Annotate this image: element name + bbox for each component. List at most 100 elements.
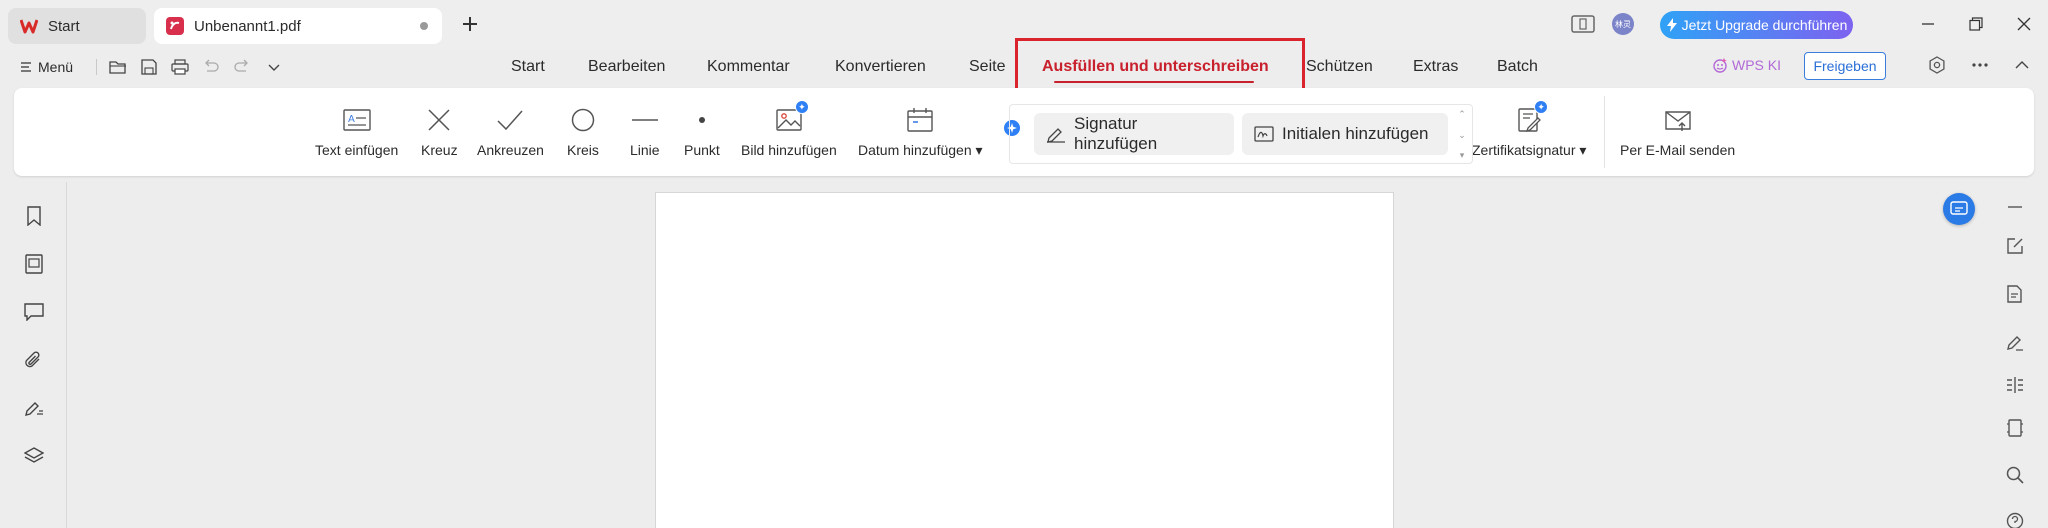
add-signature-label: Signatur hinzufügen	[1074, 114, 1158, 153]
signature-panel-icon[interactable]	[23, 397, 45, 419]
layers-icon[interactable]	[23, 445, 45, 467]
reading-mode-icon[interactable]	[1570, 13, 1596, 35]
dot-label: Punkt	[684, 142, 720, 158]
send-email-tool[interactable]: Per E-Mail senden	[1620, 104, 1735, 158]
svg-text:A: A	[348, 114, 355, 125]
cross-icon	[426, 104, 452, 136]
tab-start[interactable]: Start	[8, 8, 146, 44]
upgrade-label: Jetzt Upgrade durchführen	[1681, 17, 1848, 33]
tab-document[interactable]: Unbenannt1.pdf	[154, 8, 442, 44]
circle-icon	[570, 104, 596, 136]
gallery-scroll[interactable]: ⌃ ⌄ ▾	[1456, 109, 1468, 161]
add-date-label: Datum hinzufügen ▾	[858, 142, 983, 158]
scroll-down-icon[interactable]: ⌄	[1458, 130, 1466, 141]
tab-batch[interactable]: Batch	[1497, 58, 1538, 76]
add-image-label: Bild hinzufügen	[741, 142, 837, 158]
cross-label: Kreuz	[421, 142, 458, 158]
compare-columns-icon[interactable]	[2004, 374, 2026, 396]
pdf-icon	[166, 17, 184, 35]
chevron-down-icon[interactable]	[264, 57, 284, 77]
certificate-signature-tool[interactable]: ✦ Zertifikatsignatur ▾	[1472, 100, 1587, 159]
ribbon-divider	[1604, 96, 1605, 168]
add-initials-button[interactable]: Initialen hinzufügen	[1242, 113, 1448, 155]
wps-ki-button[interactable]: WPS KI	[1712, 57, 1781, 73]
ai-badge-icon: ✦	[794, 100, 809, 114]
add-signature-button[interactable]: Signatur hinzufügen	[1034, 113, 1234, 155]
search-icon[interactable]	[2004, 464, 2026, 486]
checkmark-tool[interactable]: Ankreuzen	[477, 104, 544, 158]
line-icon	[631, 104, 659, 136]
dot-tool[interactable]: Punkt	[684, 104, 720, 158]
page-frame-icon[interactable]	[2004, 417, 2026, 439]
tab-kommentar[interactable]: Kommentar	[707, 58, 790, 76]
tab-extras[interactable]: Extras	[1413, 58, 1458, 76]
circle-tool[interactable]: Kreis	[567, 104, 599, 158]
email-icon	[1664, 104, 1692, 136]
tab-document-label: Unbenannt1.pdf	[194, 17, 301, 35]
certificate-label: Zertifikatsignatur ▾	[1472, 142, 1587, 158]
thumbnails-icon[interactable]	[23, 253, 45, 275]
tab-seite[interactable]: Seite	[969, 58, 1005, 76]
tab-start-menu[interactable]: Start	[511, 58, 545, 76]
tab-bearbeiten[interactable]: Bearbeiten	[588, 58, 665, 76]
settings-icon[interactable]	[1925, 53, 1949, 77]
sign-pen-icon[interactable]	[2004, 331, 2026, 353]
restore-icon[interactable]	[1964, 12, 1988, 36]
line-label: Linie	[630, 142, 660, 158]
new-tab-plus-icon[interactable]	[458, 12, 482, 36]
checkmark-icon	[496, 104, 524, 136]
collapse-ribbon-icon[interactable]	[2010, 53, 2034, 77]
circle-label: Kreis	[567, 142, 599, 158]
divider	[96, 59, 97, 75]
ai-face-icon	[1712, 57, 1728, 73]
text-insert-label: Text einfügen	[315, 142, 399, 158]
edit-document-icon[interactable]	[2004, 235, 2026, 257]
send-email-label: Per E-Mail senden	[1620, 142, 1736, 158]
ai-assistant-floating-button[interactable]	[1943, 193, 1975, 225]
more-options-icon[interactable]	[1968, 53, 1992, 77]
unsaved-dot-icon[interactable]	[420, 22, 428, 30]
hamburger-icon	[20, 61, 32, 73]
text-insert-tool[interactable]: A Text einfügen	[315, 104, 398, 158]
wps-ki-label: WPS KI	[1732, 57, 1782, 73]
menu-button[interactable]: Menü	[20, 56, 73, 78]
attachment-icon[interactable]	[23, 349, 45, 371]
tab-konvertieren[interactable]: Konvertieren	[835, 58, 926, 76]
text-field-icon: A	[342, 104, 371, 136]
cross-tool[interactable]: Kreuz	[421, 104, 458, 158]
checkmark-label: Ankreuzen	[477, 142, 544, 158]
scroll-up-icon[interactable]: ⌃	[1458, 109, 1466, 120]
share-button[interactable]: Freigeben	[1804, 52, 1886, 80]
line-tool[interactable]: Linie	[630, 104, 660, 158]
menu-label: Menü	[38, 59, 74, 75]
user-avatar[interactable]: 林灵	[1612, 13, 1634, 35]
wps-logo-icon	[20, 17, 38, 35]
pdf-page-canvas[interactable]	[655, 192, 1394, 528]
print-icon[interactable]	[170, 57, 190, 77]
save-icon[interactable]	[139, 57, 159, 77]
redo-icon[interactable]	[232, 57, 252, 77]
add-date-tool[interactable]: Datum hinzufügen ▾	[858, 104, 983, 159]
tab-schuetzen[interactable]: Schützen	[1306, 58, 1373, 76]
signature-gallery: Signatur hinzufügen Initialen hinzufügen…	[1009, 104, 1473, 164]
open-folder-icon[interactable]	[108, 57, 128, 77]
collapse-panel-icon[interactable]	[2004, 196, 2026, 218]
minimize-icon[interactable]	[1916, 12, 1940, 36]
add-image-tool[interactable]: ✦ Bild hinzufügen	[741, 100, 837, 158]
help-icon[interactable]	[2004, 510, 2026, 528]
expand-gallery-icon[interactable]: ▾	[1460, 150, 1465, 161]
initials-icon	[1254, 125, 1274, 143]
comments-icon[interactable]	[23, 301, 45, 323]
dot-icon	[689, 104, 715, 136]
document-convert-icon[interactable]	[2004, 283, 2026, 305]
add-initials-label: Initialen hinzufügen	[1282, 124, 1429, 143]
right-sidebar	[1990, 182, 2048, 528]
calendar-icon	[906, 104, 934, 136]
ai-badge-icon: ✦	[1534, 100, 1549, 114]
undo-icon[interactable]	[201, 57, 221, 77]
upgrade-button[interactable]: Jetzt Upgrade durchführen	[1660, 11, 1853, 39]
lightning-icon	[1666, 18, 1678, 32]
bookmark-icon[interactable]	[23, 205, 45, 227]
close-window-icon[interactable]	[2012, 12, 2036, 36]
left-sidebar	[0, 182, 67, 528]
